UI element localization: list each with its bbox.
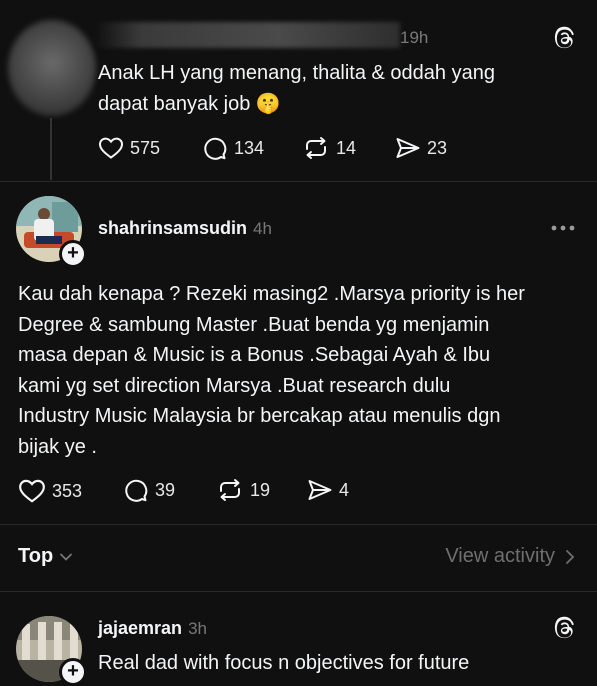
post-1-text: Anak LH yang menang, thalita & oddah yan… xyxy=(98,58,568,119)
share-count: 4 xyxy=(339,479,350,500)
post-2-line: Kau dah kenapa ? Rezeki masing2 .Marsya … xyxy=(18,283,525,305)
post-3-text: Real dad with focus n objectives for fut… xyxy=(98,652,470,674)
username[interactable]: jajaemran xyxy=(98,618,182,638)
follow-plus-icon[interactable]: + xyxy=(59,658,87,686)
repost-icon xyxy=(306,137,326,159)
post-2-line: Industry Music Malaysia br bercakap atau… xyxy=(18,405,501,427)
post-1: 19h Anak LH yang menang, thalita & oddah… xyxy=(0,0,597,180)
post-1-text-line2: dapat banyak job 🤫 xyxy=(98,92,281,115)
reply-button[interactable]: 39 xyxy=(123,478,175,503)
repost-count: 14 xyxy=(336,137,357,158)
like-button[interactable]: 575 xyxy=(98,136,160,160)
post-2-line: masa depan & Music is a Bonus .Sebagai A… xyxy=(18,344,491,366)
sort-bar: Top View activity xyxy=(0,525,597,591)
reply-count: 39 xyxy=(155,480,176,500)
view-activity-label: View activity xyxy=(445,545,555,567)
post-2-text: Kau dah kenapa ? Rezeki masing2 .Marsya … xyxy=(18,279,588,462)
share-count: 23 xyxy=(427,137,448,158)
thread-connector-line xyxy=(50,118,52,180)
threads-icon[interactable] xyxy=(552,26,576,50)
repost-button[interactable]: 14 xyxy=(302,136,356,160)
repost-count: 19 xyxy=(250,479,271,500)
post-2-line: Degree & sambung Master .Buat benda yg m… xyxy=(18,313,490,336)
post-1-text-line1: Anak LH yang menang, thalita & oddah yan… xyxy=(98,62,495,84)
comment-icon xyxy=(125,479,148,502)
share-button[interactable]: 23 xyxy=(395,136,447,160)
username[interactable]: shahrinsamsudin xyxy=(98,218,247,238)
post-3-header: jajaemran 3h xyxy=(98,618,207,639)
threads-icon[interactable] xyxy=(552,616,576,640)
like-count: 575 xyxy=(130,137,161,158)
repost-icon xyxy=(220,479,240,501)
post-2-line: kami yg set direction Marsya .Buat resea… xyxy=(18,374,451,397)
follow-plus-icon[interactable]: + xyxy=(59,240,87,268)
share-button[interactable]: 4 xyxy=(307,478,349,502)
reply-button[interactable]: 134 xyxy=(202,136,264,161)
view-activity-link[interactable]: View activity xyxy=(445,545,575,568)
sort-dropdown[interactable]: Top xyxy=(18,545,73,568)
heart-icon xyxy=(19,479,45,503)
post-2-time: 4h xyxy=(253,219,272,238)
heart-icon xyxy=(98,137,124,159)
shushing-face-emoji: 🤫 xyxy=(255,92,281,115)
comment-icon xyxy=(204,137,227,160)
share-icon xyxy=(396,138,420,158)
chevron-right-icon xyxy=(566,549,575,564)
post-3: + jajaemran 3h Real dad with focus n obje… xyxy=(0,592,597,686)
like-count: 353 xyxy=(52,480,83,501)
share-icon xyxy=(308,480,332,500)
post-2-header: shahrinsamsudin 4h xyxy=(98,218,272,239)
more-icon[interactable] xyxy=(550,224,576,232)
like-button[interactable]: 353 xyxy=(18,478,82,504)
post-3-time: 3h xyxy=(188,619,207,638)
post-2-line: bijak ye . xyxy=(18,435,97,458)
sort-label: Top xyxy=(18,545,54,567)
post-2: + shahrinsamsudin 4h Kau dah kenapa ? Rez… xyxy=(0,182,597,522)
chevron-down-icon xyxy=(60,553,73,561)
post-1-time: 19h xyxy=(400,28,429,47)
username-redacted xyxy=(95,22,400,48)
repost-button[interactable]: 19 xyxy=(216,478,270,502)
avatar-blurred[interactable] xyxy=(8,20,96,116)
reply-count: 134 xyxy=(234,138,265,158)
